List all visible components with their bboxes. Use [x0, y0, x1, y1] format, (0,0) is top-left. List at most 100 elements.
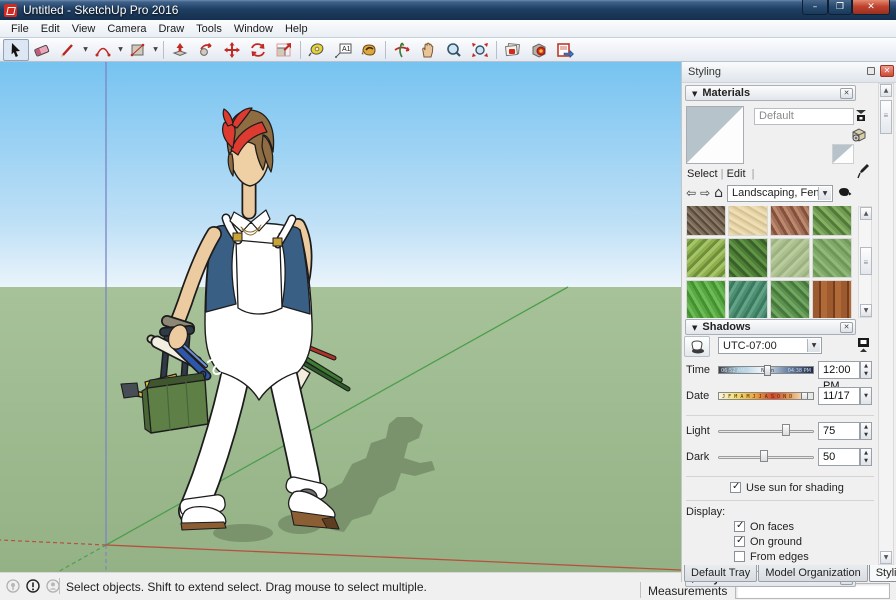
eyedropper-icon[interactable] [854, 162, 872, 180]
light-slider[interactable] [718, 430, 814, 433]
menu-draw[interactable]: Draw [152, 21, 190, 37]
menu-camera[interactable]: Camera [101, 21, 152, 37]
materials-scrollbar[interactable]: ▲ ▼ [858, 206, 872, 318]
tab-select[interactable]: Select [687, 168, 718, 180]
material-tile-grass1[interactable] [770, 238, 810, 278]
paint-swatch[interactable] [832, 144, 854, 164]
push-pull-tool-button[interactable] [167, 39, 193, 61]
use-sun-checkbox[interactable] [730, 482, 741, 493]
eraser-tool-button[interactable] [29, 39, 55, 61]
date-dropdown[interactable]: ▼ [860, 387, 872, 405]
tray-scrollbar[interactable]: ▲ ▼ [878, 83, 894, 565]
minimize-button[interactable]: – [802, 0, 828, 15]
3d-warehouse-button[interactable] [500, 39, 526, 61]
toggle-shadows-button[interactable] [684, 336, 710, 357]
menu-window[interactable]: Window [228, 21, 279, 37]
zoom-icon [445, 42, 463, 58]
arc-tool-dropdown[interactable]: ▼ [116, 39, 125, 61]
sign-in-user-icon[interactable] [46, 579, 60, 593]
tray-title-bar[interactable]: Styling ✕ [682, 62, 896, 83]
forward-arrow-icon[interactable]: ⇨ [700, 186, 710, 200]
zoom-tool-button[interactable] [441, 39, 467, 61]
model-viewport[interactable] [0, 62, 681, 572]
from-edges-checkbox[interactable] [734, 551, 745, 562]
timezone-dropdown[interactable]: UTC-07:00 ▼ [718, 337, 822, 354]
text-tool-button[interactable]: A1 [330, 39, 356, 61]
time-spinner[interactable]: ▲▼ [860, 361, 872, 379]
line-tool-button[interactable] [55, 39, 81, 61]
material-tile-grass2[interactable] [812, 238, 852, 278]
create-material-button[interactable] [850, 126, 868, 144]
menu-tools[interactable]: Tools [190, 21, 228, 37]
shapes-tool-dropdown[interactable]: ▼ [151, 39, 160, 61]
material-tile-gravel[interactable] [686, 206, 726, 236]
menu-edit[interactable]: Edit [35, 21, 66, 37]
send-to-layout-button[interactable] [552, 39, 578, 61]
material-tile-wood-fence[interactable] [812, 280, 852, 318]
material-tile-foliage2[interactable] [686, 238, 726, 278]
date-value-field[interactable]: 11/17 [818, 387, 860, 405]
arc-tool-button[interactable] [90, 39, 116, 61]
material-tile-foliage1[interactable] [812, 206, 852, 236]
date-slider[interactable]: JFMAMJJASOND [718, 392, 814, 400]
tray-close-button[interactable]: ✕ [880, 65, 894, 77]
tab-default-tray[interactable]: Default Tray [684, 565, 757, 582]
secondary-pane-button[interactable] [852, 106, 870, 124]
sample-paint-icon[interactable] [837, 186, 852, 201]
materials-section-header[interactable]: ▼Materials ✕ [685, 85, 856, 101]
time-slider[interactable]: 06:52 AM Noon 04:38 PM [718, 366, 814, 374]
material-tile-bark[interactable] [770, 206, 810, 236]
shadows-secondary-pane-button[interactable] [854, 336, 872, 354]
menu-help[interactable]: Help [279, 21, 314, 37]
tab-model-organization[interactable]: Model Organization [758, 565, 867, 582]
material-name-field[interactable]: Default [754, 108, 854, 125]
material-tile-foliage5[interactable] [728, 280, 768, 318]
home-icon[interactable]: ⌂ [714, 185, 723, 201]
tab-styling[interactable]: Styling [869, 565, 896, 582]
material-tile-foliage4[interactable] [686, 280, 726, 318]
rotate-tool-button[interactable] [245, 39, 271, 61]
rectangle-icon [129, 42, 147, 58]
claim-credit-icon[interactable] [26, 579, 40, 593]
pan-tool-button[interactable] [415, 39, 441, 61]
light-spinner[interactable]: ▲▼ [860, 422, 872, 440]
shapes-tool-button[interactable] [125, 39, 151, 61]
shadows-close-button[interactable]: ✕ [840, 322, 853, 333]
light-slider-thumb[interactable] [782, 424, 790, 436]
line-tool-dropdown[interactable]: ▼ [81, 39, 90, 61]
geolocation-icon[interactable] [6, 579, 20, 593]
move-tool-button[interactable] [219, 39, 245, 61]
on-ground-checkbox[interactable] [734, 536, 745, 547]
maximize-button[interactable]: ❐ [828, 0, 852, 15]
light-value-field[interactable]: 75 [818, 422, 860, 440]
orbit-tool-button[interactable] [389, 39, 415, 61]
dark-slider-thumb[interactable] [760, 450, 768, 462]
scale-icon [275, 42, 293, 58]
zoom-extents-tool-button[interactable] [467, 39, 493, 61]
time-slider-thumb[interactable] [764, 365, 771, 376]
material-tile-sand[interactable] [728, 206, 768, 236]
material-tile-leaves[interactable] [770, 280, 810, 318]
date-slider-thumb[interactable] [801, 392, 808, 400]
back-arrow-icon[interactable]: ⇦ [686, 186, 696, 200]
collection-dropdown[interactable]: Landscaping, Fencing a ▼ [727, 185, 833, 202]
auto-hide-pin-icon[interactable] [867, 67, 875, 75]
shadows-section-header[interactable]: ▼Shadows ✕ [685, 319, 856, 335]
scale-tool-button[interactable] [271, 39, 297, 61]
on-faces-checkbox[interactable] [734, 521, 745, 532]
menu-view[interactable]: View [66, 21, 102, 37]
time-value-field[interactable]: 12:00 PM [818, 361, 860, 379]
follow-me-tool-button[interactable] [193, 39, 219, 61]
paint-bucket-tool-button[interactable] [356, 39, 382, 61]
menu-file[interactable]: File [5, 21, 35, 37]
extension-warehouse-button[interactable] [526, 39, 552, 61]
dark-value-field[interactable]: 50 [818, 448, 860, 466]
close-button[interactable]: ✕ [852, 0, 890, 15]
tab-edit[interactable]: Edit [727, 168, 746, 180]
dark-spinner[interactable]: ▲▼ [860, 448, 872, 466]
paint-bucket-icon [360, 42, 378, 58]
select-tool-button[interactable] [3, 39, 29, 61]
materials-close-button[interactable]: ✕ [840, 88, 853, 99]
material-tile-foliage3[interactable] [728, 238, 768, 278]
tape-measure-tool-button[interactable] [304, 39, 330, 61]
